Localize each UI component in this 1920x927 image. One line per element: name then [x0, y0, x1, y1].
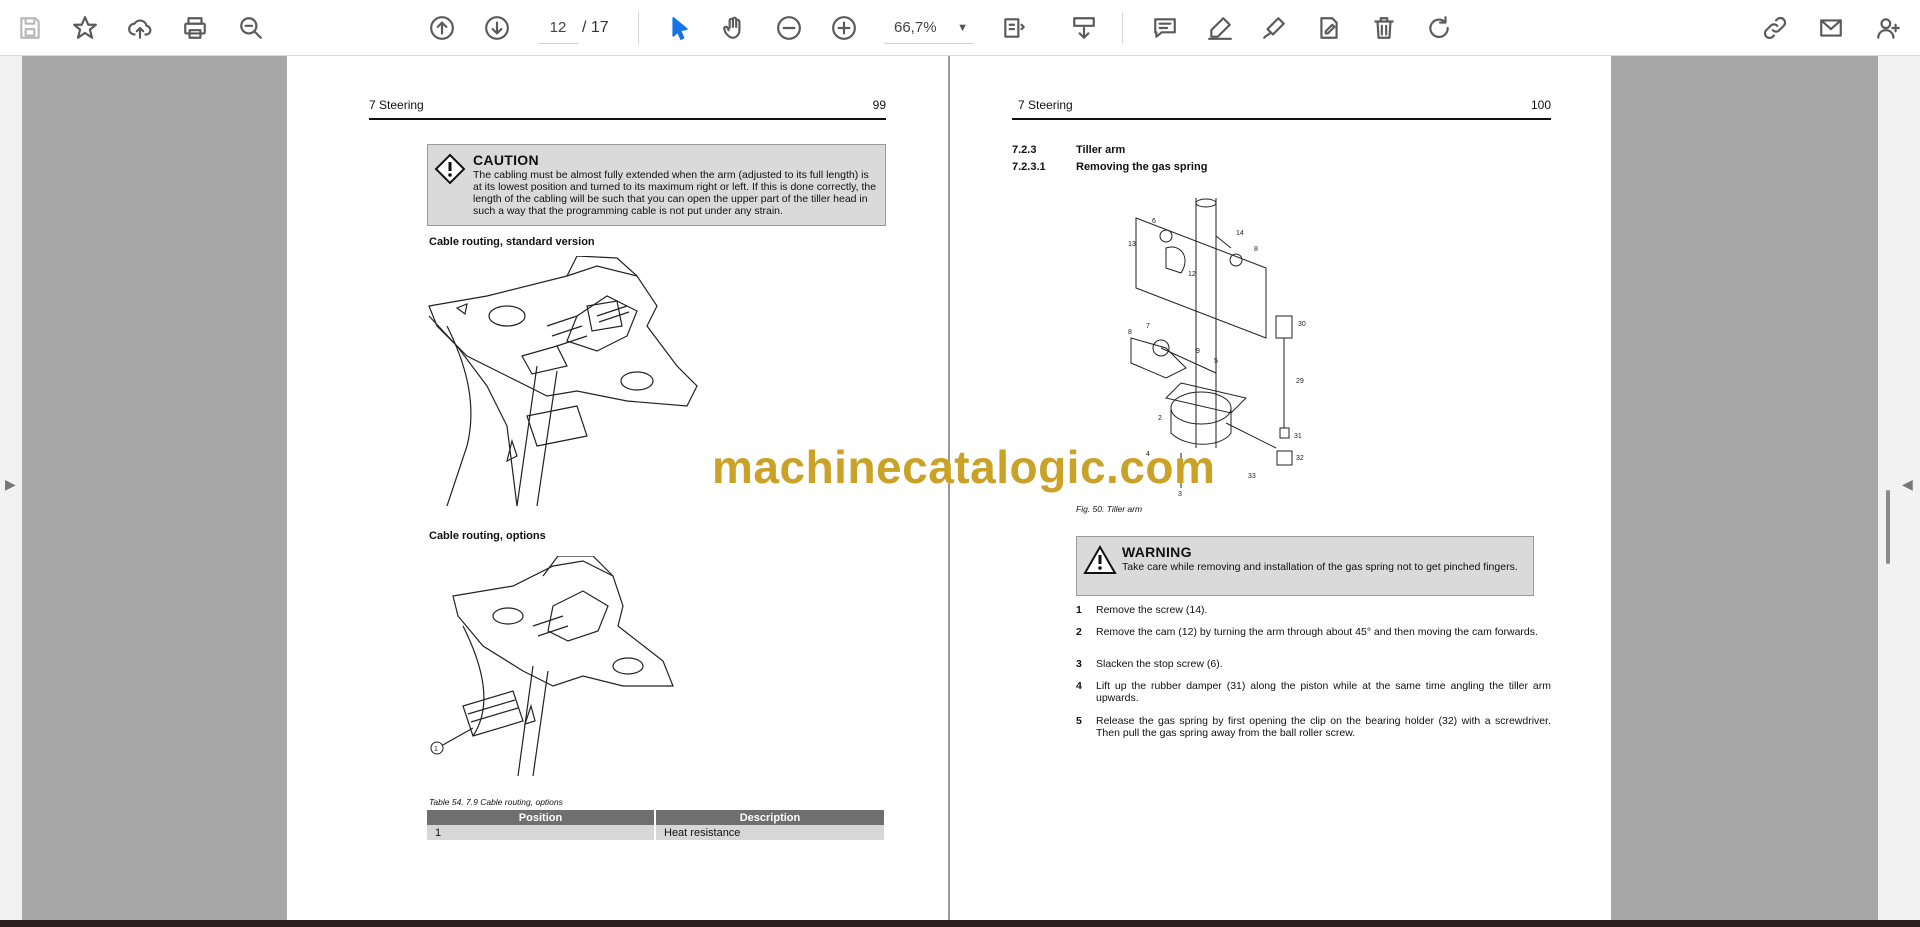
delete-icon[interactable]: [1366, 10, 1402, 46]
scrollbar-thumb[interactable]: [1886, 490, 1890, 564]
print-icon[interactable]: [177, 10, 213, 46]
step-text: Slacken the stop screw (6).: [1096, 658, 1223, 670]
table-cell-position: 1: [427, 825, 656, 840]
page-number-input[interactable]: 12: [538, 12, 578, 44]
figure-callout: 8: [1254, 246, 1258, 253]
comment-icon[interactable]: [1147, 10, 1183, 46]
select-cursor-icon[interactable]: [662, 10, 698, 46]
toolbar-divider: [1122, 12, 1123, 44]
figure-callout: 8: [1128, 329, 1132, 336]
figure-callout: 7: [1146, 323, 1150, 330]
toolbar: 12 / 17 66,7% ▼: [0, 0, 1920, 56]
figure-callout: 5: [1214, 358, 1218, 365]
figure-callout: 32: [1296, 455, 1304, 462]
caution-text: The cabling must be almost fully extende…: [473, 169, 877, 217]
step-text: Release the gas spring by first opening …: [1096, 715, 1551, 739]
subsection-title: Tiller arm: [1076, 144, 1126, 156]
table-caption: Table 54. 7.9 Cable routing, options: [429, 797, 563, 807]
page-down-icon[interactable]: [479, 10, 515, 46]
step-number: 4: [1076, 680, 1082, 692]
step-number: 5: [1076, 715, 1082, 727]
fit-page-icon[interactable]: [996, 10, 1032, 46]
viewer-margin-left: [22, 56, 287, 920]
left-panel-toggle[interactable]: ▶: [0, 56, 22, 920]
figure-callout: 33: [1248, 473, 1256, 480]
table-header-description: Description: [655, 810, 886, 825]
draw-icon[interactable]: [1256, 10, 1292, 46]
zoom-in-icon[interactable]: [826, 10, 862, 46]
zoom-search-icon[interactable]: [233, 10, 269, 46]
watermark: machinecatalogic.com: [712, 441, 1216, 493]
chevron-right-icon: ▶: [5, 476, 16, 492]
subsection-title: Removing the gas spring: [1076, 161, 1208, 173]
cable-routing-standard-drawing: [428, 256, 698, 506]
figure-heading-standard: Cable routing, standard version: [429, 236, 595, 248]
figure-callout: 6: [1152, 218, 1156, 225]
figure-callout: 1: [434, 746, 438, 753]
cloud-upload-icon[interactable]: [122, 10, 158, 46]
rotate-icon[interactable]: [1421, 10, 1457, 46]
bookmark-star-icon[interactable]: [67, 10, 103, 46]
figure-callout: 29: [1296, 378, 1304, 385]
right-panel-toggle[interactable]: ◀: [1878, 56, 1920, 920]
caution-title: CAUTION: [473, 152, 539, 168]
figure-callout: 30: [1298, 321, 1306, 328]
table-row: 1 Heat resistance: [427, 825, 886, 840]
page-number: 100: [1530, 98, 1551, 112]
add-user-icon[interactable]: [1870, 10, 1906, 46]
taskbar-edge: [0, 920, 1920, 927]
header-rule: [1012, 118, 1551, 120]
save-icon[interactable]: [12, 10, 48, 46]
toolbar-divider: [638, 12, 639, 44]
step-number: 1: [1076, 604, 1082, 616]
table-cell-description: Heat resistance: [655, 825, 886, 840]
figure-callout: 31: [1294, 433, 1302, 440]
scroll-mode-icon[interactable]: [1066, 10, 1102, 46]
subsection-number: 7.2.3.1: [1012, 161, 1046, 173]
table-header-position: Position: [427, 810, 656, 825]
warning-notice: WARNING Take care while removing and ins…: [1076, 536, 1534, 596]
figure-caption: Fig. 50. Tiller arm: [1076, 504, 1143, 514]
zoom-level-select[interactable]: 66,7% ▼: [884, 12, 974, 44]
highlight-pen-icon[interactable]: [1202, 10, 1238, 46]
position-table: Position Description 1 Heat resistance: [427, 810, 886, 840]
page-section-header: 7 Steering: [1018, 98, 1073, 112]
email-icon[interactable]: [1813, 10, 1849, 46]
chevron-left-icon: ◀: [1902, 476, 1913, 492]
hand-tool-icon[interactable]: [716, 10, 752, 46]
header-rule: [369, 118, 886, 120]
step-number: 2: [1076, 626, 1082, 638]
viewer-margin-right: [1611, 56, 1878, 920]
subsection-number: 7.2.3: [1012, 144, 1037, 156]
figure-callout: 12: [1188, 271, 1196, 278]
page-up-icon[interactable]: [424, 10, 460, 46]
step-number: 3: [1076, 658, 1082, 670]
page-number: 99: [872, 98, 886, 112]
step-text: Lift up the rubber damper (31) along the…: [1096, 680, 1551, 704]
step-text: Remove the screw (14).: [1096, 604, 1208, 616]
page-total: / 17: [582, 19, 609, 36]
zoom-out-icon[interactable]: [771, 10, 807, 46]
step-text: Remove the cam (12) by turning the arm t…: [1096, 626, 1538, 638]
caution-notice: CAUTION The cabling must be almost fully…: [427, 144, 886, 226]
caution-diamond-icon: [434, 153, 466, 185]
chevron-down-icon: ▼: [957, 22, 968, 34]
warning-text: Take care while removing and installatio…: [1122, 561, 1518, 573]
figure-callout: 13: [1128, 241, 1136, 248]
page-section-header: 7 Steering: [369, 98, 424, 112]
figure-callout: 9: [1196, 348, 1200, 355]
link-icon[interactable]: [1757, 10, 1793, 46]
figure-heading-options: Cable routing, options: [429, 530, 546, 542]
cable-routing-options-drawing: 1: [430, 556, 674, 776]
figure-callout: 14: [1236, 230, 1244, 237]
fill-sign-icon[interactable]: [1311, 10, 1347, 46]
zoom-level-value: 66,7%: [894, 19, 937, 36]
warning-title: WARNING: [1122, 544, 1192, 560]
figure-callout: 2: [1158, 415, 1162, 422]
warning-triangle-icon: [1083, 545, 1117, 574]
